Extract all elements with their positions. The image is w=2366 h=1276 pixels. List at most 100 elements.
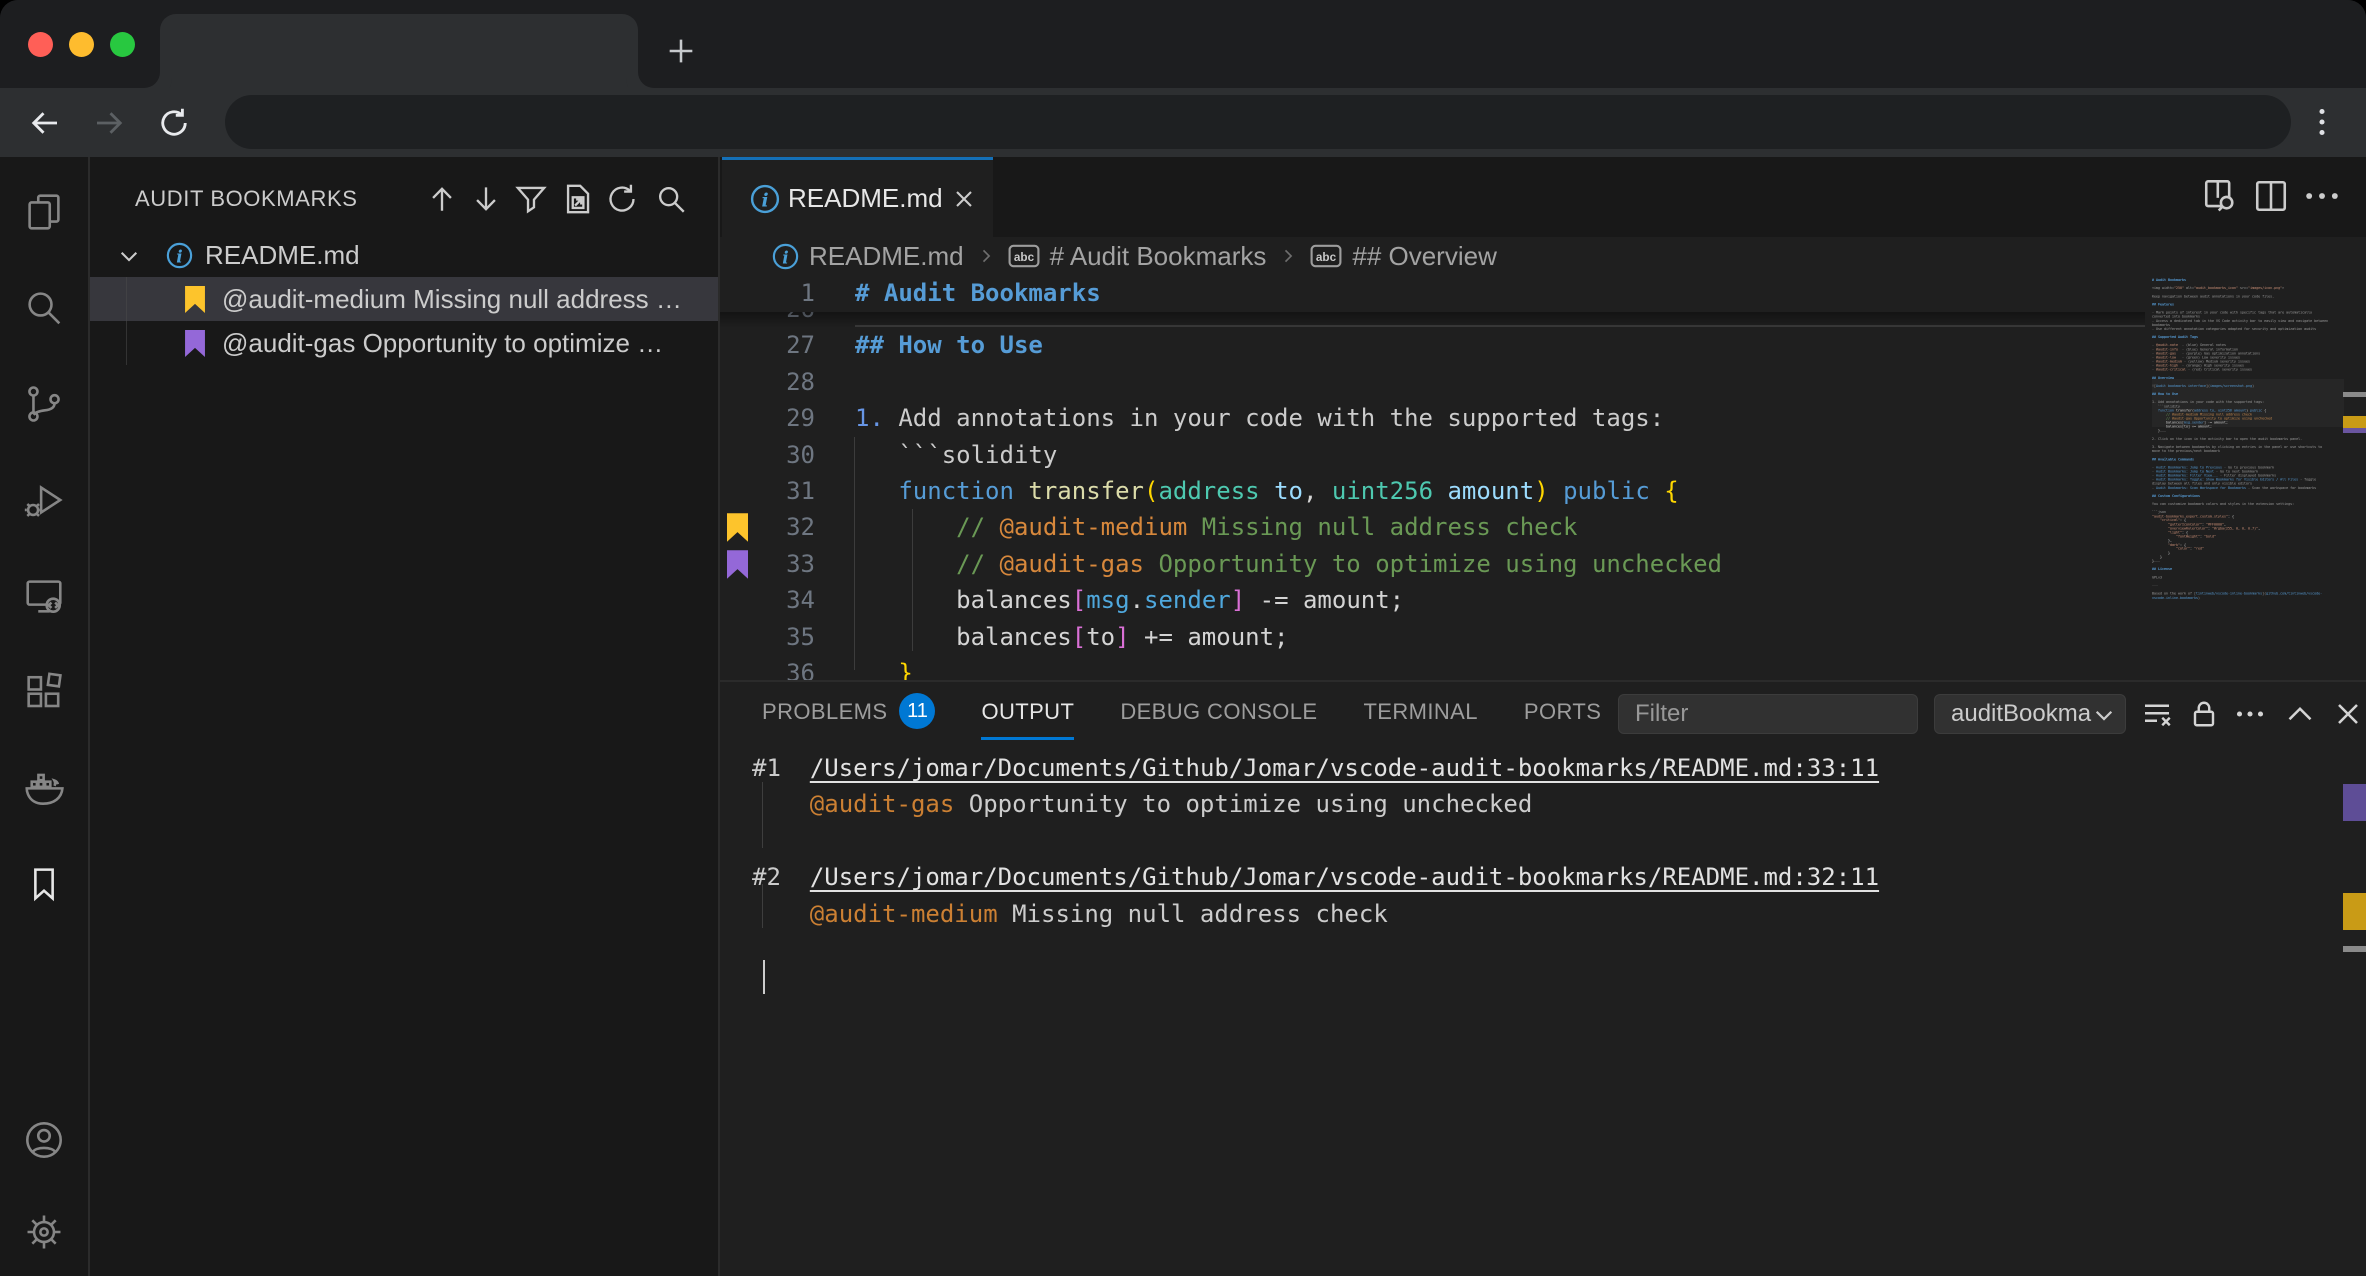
minimap[interactable]: # Audit Bookmarks <img width="250" alt="…: [2152, 278, 2344, 664]
activitybar-item-accounts[interactable]: [21, 1117, 67, 1163]
traffic-light-minimize[interactable]: [69, 32, 94, 57]
sidebar-action-refresh[interactable]: [605, 182, 639, 216]
editor-more-actions-button[interactable]: [2300, 174, 2344, 218]
traffic-light-zoom[interactable]: [110, 32, 135, 57]
forward-button[interactable]: [91, 105, 127, 141]
activitybar-item-source-control[interactable]: [21, 381, 67, 427]
bottom-panel: PROBLEMS11 OUTPUT DEBUG CONSOLE TERMINAL POR…: [720, 680, 2366, 1276]
reload-button[interactable]: [156, 105, 192, 141]
code-line-35[interactable]: 35 balances[to] += amount;: [720, 619, 2120, 656]
vscode-workbench: AUDIT BOOKMARKS i README.md @audit-: [0, 157, 2366, 1276]
activitybar-item-audit-bookmarks[interactable]: [21, 861, 67, 907]
git-branch-icon: [21, 381, 67, 427]
output-channel-select[interactable]: auditBookma: [1934, 694, 2126, 734]
breadcrumb-separator-icon: [1278, 243, 1298, 269]
code-line-32[interactable]: 32 // @audit-medium Missing null address…: [720, 509, 2120, 546]
sticky-scroll-line[interactable]: 1# Audit Bookmarks: [720, 275, 2145, 312]
editor-group: i README.md: [720, 157, 2366, 1276]
extensions-icon: [21, 669, 67, 715]
activitybar-item-explorer[interactable]: [21, 189, 67, 235]
tree-item-label: @audit-gas Opportunity to optimize using…: [222, 321, 674, 365]
address-bar[interactable]: [225, 95, 2291, 149]
close-icon[interactable]: [950, 185, 978, 213]
code-line-27[interactable]: 27## How to Use: [720, 327, 2120, 364]
new-tab-button[interactable]: [664, 34, 698, 68]
arrow-up-icon: [425, 182, 459, 216]
ellipsis-icon: [2300, 174, 2344, 218]
code-line-28[interactable]: 28: [720, 364, 2120, 401]
panel-more-actions-button[interactable]: [2232, 696, 2268, 732]
sidebar-action-search[interactable]: [654, 182, 688, 216]
code-line-36[interactable]: 36 }: [720, 655, 2120, 680]
minimap-line: vscode-inline-bookmarks): [2152, 596, 2344, 600]
lock-scrolling-button[interactable]: [2186, 696, 2222, 732]
panel-tab-problems[interactable]: PROBLEMS11: [762, 682, 935, 744]
search-icon: [654, 182, 688, 216]
gear-icon: [21, 1209, 67, 1255]
chevron-down-icon[interactable]: [116, 243, 142, 269]
open-preview-button[interactable]: [2198, 174, 2242, 218]
tree-row-file[interactable]: i README.md: [90, 233, 718, 277]
panel-tab-ports[interactable]: PORTS: [1524, 682, 1601, 744]
panel-tab-terminal[interactable]: TERMINAL: [1363, 682, 1477, 744]
code-editor[interactable]: 2627## How to Use28291. Add annotations …: [720, 275, 2366, 680]
account-icon: [21, 1117, 67, 1163]
reload-icon: [156, 105, 192, 141]
browser-menu-button[interactable]: [2304, 104, 2340, 140]
code-line-30[interactable]: 30 ```solidity: [720, 437, 2120, 474]
maximize-panel-button[interactable]: [2282, 696, 2318, 732]
output-filter-input[interactable]: [1618, 694, 1918, 734]
sidebar-title: AUDIT BOOKMARKS: [135, 185, 358, 213]
editor-tab-title: README.md: [788, 160, 943, 237]
breadcrumb-item[interactable]: README.md: [809, 241, 964, 272]
output-line[interactable]: #2 /Users/jomar/Documents/Github/Jomar/v…: [752, 859, 1879, 896]
code-line-29[interactable]: 291. Add annotations in your code with t…: [720, 400, 2120, 437]
line-number: 1: [720, 275, 815, 312]
panel-tab-debug-console[interactable]: DEBUG CONSOLE: [1120, 682, 1317, 744]
sidebar-action-export[interactable]: [560, 182, 594, 216]
minimap-line: - Use different annotation categories ad…: [2152, 327, 2344, 331]
kebab-menu-icon: [2304, 104, 2340, 140]
close-panel-button[interactable]: [2330, 696, 2366, 732]
tree-row-bookmark-gas[interactable]: @audit-gas Opportunity to optimize using…: [90, 321, 718, 365]
activitybar-item-docker[interactable]: [21, 765, 67, 811]
bookmark-purple-icon: [185, 330, 205, 357]
output-content[interactable]: #1 /Users/jomar/Documents/Github/Jomar/v…: [720, 744, 2366, 1276]
code-line-31[interactable]: 31 function transfer(address to, uint256…: [720, 473, 2120, 510]
activitybar-item-extensions[interactable]: [21, 669, 67, 715]
tree-row-bookmark-medium[interactable]: @audit-medium Missing null address check: [90, 277, 718, 321]
activitybar-item-remote-explorer[interactable]: [21, 573, 67, 619]
traffic-light-close[interactable]: [28, 32, 53, 57]
close-icon: [2330, 696, 2366, 732]
symbol-string-icon: abc: [1310, 244, 1342, 268]
back-button[interactable]: [27, 105, 63, 141]
sidebar-action-jump-to-previous[interactable]: [425, 182, 459, 216]
browser-tab[interactable]: [160, 14, 638, 88]
sidebar-action-filter[interactable]: [514, 182, 548, 216]
indent-guide: [912, 509, 913, 651]
info-icon: i: [166, 242, 193, 269]
overview-ruler-bookmark-medium-mark: [2343, 416, 2366, 428]
search-icon: [21, 285, 67, 331]
activitybar-item-run-and-debug[interactable]: [21, 477, 67, 523]
chevron-up-icon: [2282, 696, 2318, 732]
browser-tabstrip: [0, 0, 2366, 88]
breadcrumb-item[interactable]: # Audit Bookmarks: [1050, 241, 1267, 272]
code-line-34[interactable]: 34 balances[msg.sender] -= amount;: [720, 582, 2120, 619]
clear-output-button[interactable]: [2139, 696, 2175, 732]
split-editor-button[interactable]: [2249, 174, 2293, 218]
editor-tab-readme[interactable]: i README.md: [722, 157, 993, 237]
sidebar-action-jump-to-next[interactable]: [469, 182, 503, 216]
output-line[interactable]: #1 /Users/jomar/Documents/Github/Jomar/v…: [752, 750, 1879, 787]
clear-output-icon: [2139, 696, 2175, 732]
line-number: 32: [720, 509, 815, 546]
activitybar-item-settings[interactable]: [21, 1209, 67, 1255]
panel-tab-output[interactable]: OUTPUT: [981, 682, 1074, 744]
panel-ruler-medium-mark: [2343, 893, 2366, 930]
code-line-33[interactable]: 33 // @audit-gas Opportunity to optimize…: [720, 546, 2120, 583]
info-icon: i: [772, 243, 799, 270]
line-number: 30: [720, 437, 815, 474]
breadcrumb-item[interactable]: ## Overview: [1352, 241, 1497, 272]
activitybar-item-search[interactable]: [21, 285, 67, 331]
line-number: 27: [720, 327, 815, 364]
